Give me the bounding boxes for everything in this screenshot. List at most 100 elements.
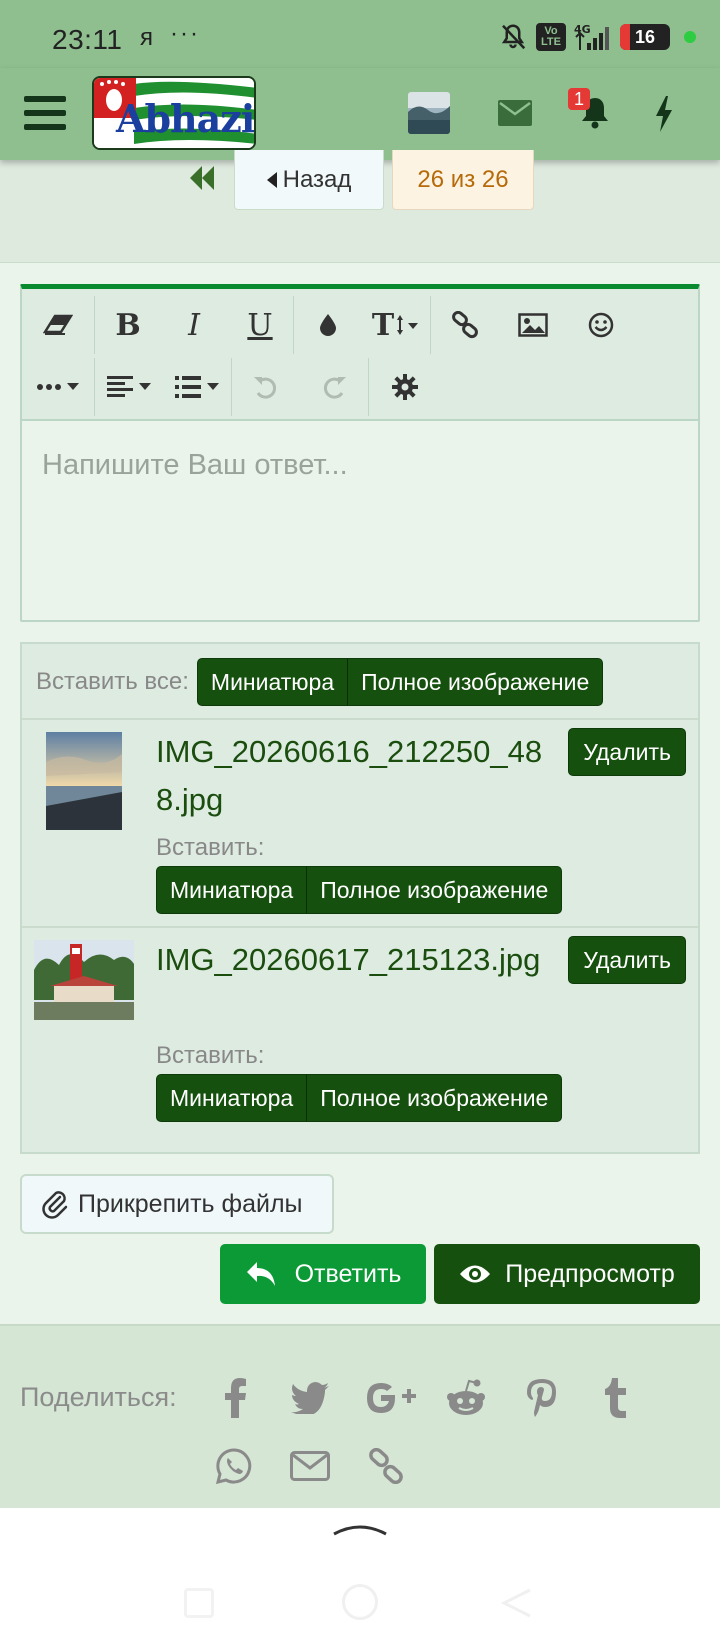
clear-formatting-button[interactable] bbox=[22, 295, 94, 355]
share-footer: Поделиться: bbox=[0, 1326, 720, 1508]
attachment-thumbnail[interactable] bbox=[46, 732, 122, 830]
editor-toolbar-row-2 bbox=[22, 357, 698, 417]
reply-label: Ответить bbox=[294, 1259, 402, 1288]
reply-icon bbox=[246, 1262, 275, 1286]
eraser-icon bbox=[43, 314, 73, 335]
android-navigation-bar bbox=[0, 1508, 720, 1640]
bold-button[interactable]: B bbox=[95, 295, 161, 355]
attachment-filename[interactable]: IMG_20260617_215123.jpg bbox=[156, 936, 546, 984]
insert-all-label: Вставить все: bbox=[36, 668, 189, 695]
attachment-thumbnail[interactable] bbox=[34, 940, 134, 1020]
more-options-button[interactable] bbox=[22, 357, 94, 417]
menu-icon[interactable] bbox=[24, 96, 66, 132]
attachments-panel: Вставить все: Миниатюра Полное изображен… bbox=[20, 642, 700, 1154]
preview-button[interactable]: Предпросмотр bbox=[434, 1244, 700, 1304]
privacy-indicator-dot bbox=[684, 31, 696, 43]
whatsapp-icon[interactable] bbox=[212, 1444, 256, 1488]
reply-button[interactable]: Ответить bbox=[220, 1244, 426, 1304]
attachment-item: IMG_20260616_212250_488.jpg Удалить Вста… bbox=[22, 720, 698, 926]
link-icon[interactable] bbox=[364, 1444, 408, 1488]
insert-label: Вставить: bbox=[156, 834, 265, 861]
caret-down-icon bbox=[67, 383, 79, 390]
logo-text: Abhazia bbox=[116, 96, 255, 141]
insert-smiley-button[interactable] bbox=[567, 295, 635, 355]
insert-all-thumbnail-button[interactable]: Миниатюра bbox=[198, 659, 347, 705]
reply-editor: B I U T Напишите Ваш ответ... bbox=[20, 284, 700, 622]
insert-full-image-button[interactable]: Полное изображение bbox=[306, 867, 561, 913]
recent-apps-icon[interactable] bbox=[184, 1588, 214, 1618]
align-button[interactable] bbox=[95, 357, 163, 417]
insert-thumbnail-button[interactable]: Миниатюра bbox=[157, 867, 306, 913]
eye-icon bbox=[460, 1265, 491, 1283]
smiley-icon bbox=[588, 312, 614, 338]
bell-muted-icon bbox=[501, 24, 526, 50]
caret-down-icon bbox=[139, 383, 151, 390]
insert-label: Вставить: bbox=[156, 1042, 265, 1069]
reddit-icon[interactable] bbox=[444, 1376, 488, 1420]
battery-icon: 16 bbox=[620, 24, 670, 50]
insert-button-group: Миниатюра Полное изображение bbox=[156, 1074, 563, 1122]
battery-level: 16 bbox=[634, 26, 656, 47]
align-icon bbox=[107, 376, 133, 397]
insert-image-button[interactable] bbox=[499, 295, 567, 355]
insert-button-group: Миниатюра Полное изображение bbox=[156, 866, 563, 914]
undo-button[interactable] bbox=[232, 357, 300, 417]
clock: 23:11 bbox=[52, 24, 123, 55]
undo-icon bbox=[254, 377, 276, 399]
back-icon[interactable] bbox=[500, 1586, 534, 1620]
caret-down-icon bbox=[207, 383, 219, 390]
paperclip-icon bbox=[42, 1191, 68, 1219]
italic-button[interactable]: I bbox=[161, 295, 227, 355]
caret-left-icon bbox=[266, 171, 277, 188]
email-icon[interactable] bbox=[288, 1444, 332, 1488]
attach-files-label: Прикрепить файлы bbox=[78, 1189, 303, 1218]
back-page-button[interactable]: Назад bbox=[234, 150, 384, 210]
insert-all-button-group: Миниатюра Полное изображение bbox=[196, 658, 604, 706]
system-icons: Vo LTE 4G 16 bbox=[498, 22, 696, 52]
attach-files-button[interactable]: Прикрепить файлы bbox=[20, 1174, 334, 1234]
delete-attachment-button[interactable]: Удалить bbox=[568, 936, 686, 984]
google-plus-icon[interactable] bbox=[362, 1376, 418, 1420]
messages-icon[interactable] bbox=[498, 100, 532, 126]
color-drop-icon bbox=[320, 314, 336, 336]
gear-icon bbox=[392, 374, 418, 400]
font-size-arrows-icon bbox=[397, 315, 419, 335]
swipe-up-chevron-icon[interactable] bbox=[332, 1518, 388, 1538]
twitter-icon[interactable] bbox=[288, 1376, 332, 1420]
insert-full-image-button[interactable]: Полное изображение bbox=[306, 1075, 561, 1121]
image-icon bbox=[518, 313, 548, 337]
delete-attachment-button[interactable]: Удалить bbox=[568, 728, 686, 776]
notification-count-badge: 1 bbox=[568, 88, 591, 110]
user-avatar[interactable] bbox=[408, 92, 450, 134]
insert-all-full-image-button[interactable]: Полное изображение bbox=[347, 659, 602, 705]
list-button[interactable] bbox=[163, 357, 231, 417]
volte-icon: Vo LTE bbox=[536, 23, 566, 51]
insert-link-button[interactable] bbox=[431, 295, 499, 355]
more-notifications-icon: ··· bbox=[170, 20, 200, 47]
tumblr-icon[interactable] bbox=[594, 1376, 638, 1420]
editor-toolbar-row-1: B I U T bbox=[22, 295, 698, 355]
link-icon bbox=[452, 311, 478, 339]
font-size-icon: T bbox=[371, 307, 395, 343]
reply-placeholder: Напишите Ваш ответ... bbox=[42, 449, 348, 481]
first-page-icon[interactable] bbox=[188, 164, 216, 192]
site-logo[interactable]: Abhazia bbox=[92, 76, 256, 150]
insert-all-row: Вставить все: Миниатюра Полное изображен… bbox=[36, 658, 604, 706]
insert-thumbnail-button[interactable]: Миниатюра bbox=[157, 1075, 306, 1121]
redo-button[interactable] bbox=[300, 357, 368, 417]
signal-icon: 4G bbox=[574, 23, 609, 50]
reply-textarea[interactable]: Напишите Ваш ответ... bbox=[22, 419, 698, 620]
bolt-icon[interactable] bbox=[652, 96, 676, 132]
home-icon[interactable] bbox=[342, 1584, 378, 1620]
font-size-button[interactable]: T bbox=[362, 295, 430, 355]
facebook-icon[interactable] bbox=[214, 1376, 258, 1420]
text-color-button[interactable] bbox=[294, 295, 362, 355]
site-header: Abhazia 1 bbox=[0, 68, 720, 160]
share-label: Поделиться: bbox=[20, 1382, 177, 1412]
attachment-filename[interactable]: IMG_20260616_212250_488.jpg bbox=[156, 728, 546, 824]
underline-button[interactable]: U bbox=[227, 295, 293, 355]
list-icon bbox=[175, 376, 201, 398]
settings-button[interactable] bbox=[369, 357, 441, 417]
volte-line2: LTE bbox=[541, 36, 561, 48]
pinterest-icon[interactable] bbox=[520, 1376, 564, 1420]
